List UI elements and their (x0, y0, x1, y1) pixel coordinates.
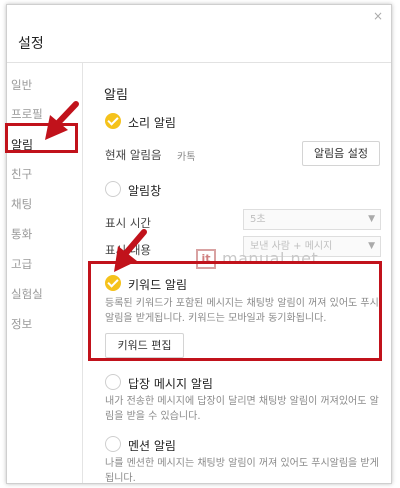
display-time-label: 표시 시간 (105, 216, 151, 230)
sound-alert-label: 소리 알림 (128, 116, 176, 130)
display-time-value: 5초 (250, 214, 266, 225)
sidebar-item-advanced[interactable]: 고급 (11, 256, 32, 272)
alert-window-checkbox[interactable] (105, 181, 121, 197)
sidebar-item-info[interactable]: 정보 (11, 316, 32, 332)
alert-window-label: 알림창 (128, 184, 162, 198)
reply-alert-label: 답장 메시지 알림 (128, 377, 213, 391)
mention-alert-checkbox[interactable] (105, 436, 121, 452)
sidebar-item-general[interactable]: 일반 (11, 77, 32, 93)
sidebar-item-friends[interactable]: 친구 (11, 166, 32, 182)
chevron-down-icon: ▼ (368, 214, 375, 224)
display-time-select[interactable]: 5초 ▼ (243, 209, 381, 230)
title-bar: 설정 × (7, 5, 391, 65)
chevron-down-icon: ▼ (368, 241, 375, 251)
sidebar-highlight-box (5, 123, 78, 153)
sidebar-item-call[interactable]: 통화 (11, 226, 32, 242)
display-content-label: 표시 내용 (105, 243, 151, 257)
sound-alert-checkbox[interactable] (105, 113, 121, 129)
reply-alert-checkbox[interactable] (105, 374, 121, 390)
settings-window: 설정 × 일반 프로필 알림 친구 채팅 통화 고급 실험실 정보 알림 소리 … (6, 4, 392, 484)
mention-alert-label: 멘션 알림 (128, 439, 176, 453)
keyword-highlight-box (88, 261, 382, 361)
sound-settings-button[interactable]: 알림음 설정 (302, 141, 380, 166)
current-sound-label: 현재 알림음 (105, 148, 162, 162)
reply-alert-description: 내가 전송한 메시지에 답장이 달리면 채팅방 알림이 꺼져있어도 알림을 받을… (105, 396, 379, 422)
page-title: 알림 (104, 88, 128, 103)
close-icon[interactable]: × (373, 9, 383, 23)
window-title: 설정 (18, 36, 44, 52)
sidebar-item-lab[interactable]: 실험실 (11, 286, 43, 302)
current-sound-value: 카톡 (177, 152, 196, 163)
mention-alert-description: 나를 멘션한 메시지는 채팅방 알림이 꺼져 있어도 푸시알림을 받게됩니다. (105, 458, 379, 484)
sidebar-item-profile[interactable]: 프로필 (11, 106, 43, 122)
sidebar-item-chat[interactable]: 채팅 (11, 196, 32, 212)
